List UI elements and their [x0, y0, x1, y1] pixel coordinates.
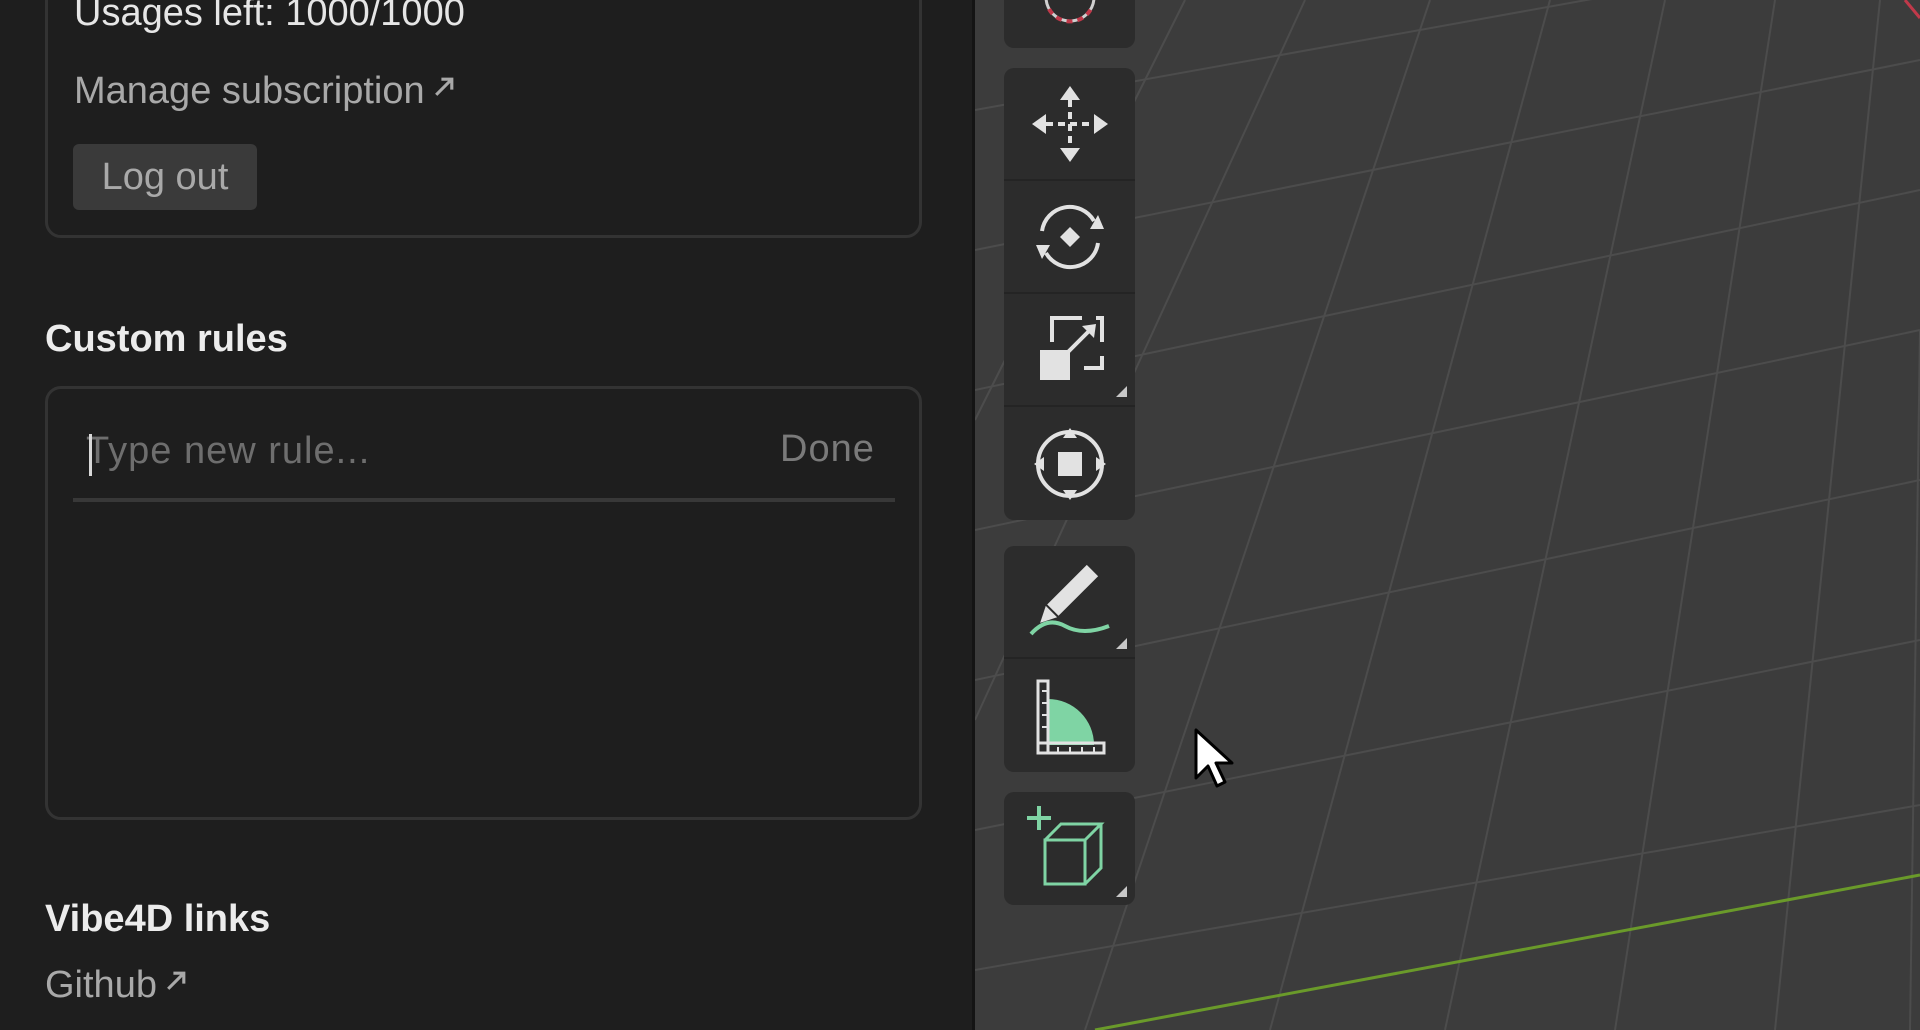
manage-subscription-link[interactable]: Manage subscription	[74, 70, 457, 113]
submenu-indicator	[1116, 886, 1127, 897]
add-cube-icon	[1026, 805, 1105, 885]
measure-tool-button[interactable]	[1004, 659, 1135, 772]
transform-icon	[1033, 427, 1106, 500]
x-axis-line	[1903, 0, 1920, 19]
transform-tool-button[interactable]	[1004, 407, 1135, 520]
move-icon	[1031, 85, 1108, 162]
rotate-icon	[1035, 204, 1104, 269]
annotate-tool-button[interactable]	[1004, 546, 1135, 659]
gizmo-group	[1004, 0, 1135, 48]
settings-panel: Usages left: 1000/1000 Manage subscripti…	[0, 0, 975, 1030]
scale-icon	[1039, 315, 1104, 380]
github-link[interactable]: Github	[45, 964, 189, 1007]
3d-viewport[interactable]	[975, 0, 1920, 1030]
add-cube-tool-button[interactable]	[1004, 792, 1135, 905]
usages-left-text: Usages left: 1000/1000	[74, 0, 465, 34]
submenu-indicator	[1116, 386, 1127, 397]
external-link-icon	[434, 77, 454, 96]
rotate-tool-button[interactable]	[1004, 181, 1135, 294]
vibe4d-links-title: Vibe4D links	[45, 898, 271, 940]
new-rule-input[interactable]	[86, 424, 726, 478]
add-tools-group	[1004, 792, 1135, 905]
annotation-tools-group	[1004, 546, 1135, 772]
input-underline	[73, 498, 895, 502]
github-link-label: Github	[45, 964, 157, 1006]
compass-icon	[1044, 0, 1095, 24]
pencil-icon	[1029, 564, 1110, 635]
move-tool-button[interactable]	[1004, 68, 1135, 181]
logout-button[interactable]: Log out	[73, 144, 257, 210]
scale-tool-button[interactable]	[1004, 294, 1135, 407]
done-button[interactable]: Done	[780, 428, 875, 471]
transform-tools-group	[1004, 68, 1135, 520]
submenu-indicator	[1116, 638, 1127, 649]
manage-subscription-label: Manage subscription	[74, 70, 425, 112]
mouse-cursor-icon	[1194, 728, 1234, 788]
app-root: Usages left: 1000/1000 Manage subscripti…	[0, 0, 1920, 1030]
external-link-icon	[167, 971, 186, 990]
orientation-gizmo[interactable]	[1004, 0, 1135, 48]
text-caret	[89, 434, 92, 476]
custom-rules-title: Custom rules	[45, 318, 288, 360]
measure-icon	[1036, 679, 1105, 754]
y-axis-line	[1094, 873, 1920, 1030]
